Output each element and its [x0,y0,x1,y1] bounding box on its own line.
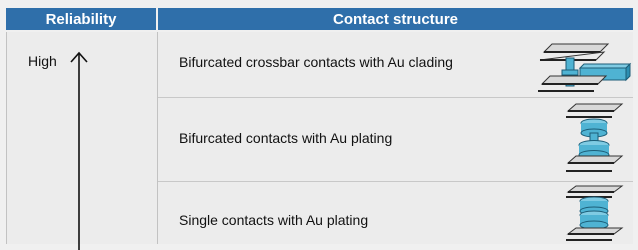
reliability-column: High [6,32,157,250]
contact-type-label: Single contacts with Au plating [179,212,369,228]
contact-structure-header: Contact structure [158,8,633,30]
table-row: Bifurcated crossbar contacts with Au cla… [158,32,633,98]
crossbar-contact-icon [538,43,632,92]
contact-structure-table: Reliability Contact structure High Bifur… [6,8,633,250]
table-row: Single contacts with Au plating [158,182,633,244]
high-label: High [28,53,57,69]
table-row: Bifurcated contacts with Au plating [158,98,633,182]
reliability-header: Reliability [6,8,156,30]
contact-type-label: Bifurcated crossbar contacts with Au cla… [179,54,453,70]
up-arrow-icon [70,51,88,250]
contact-type-label: Bifurcated contacts with Au plating [179,130,393,146]
bifurcated-contact-icon [566,103,624,172]
single-contact-icon [566,185,624,241]
